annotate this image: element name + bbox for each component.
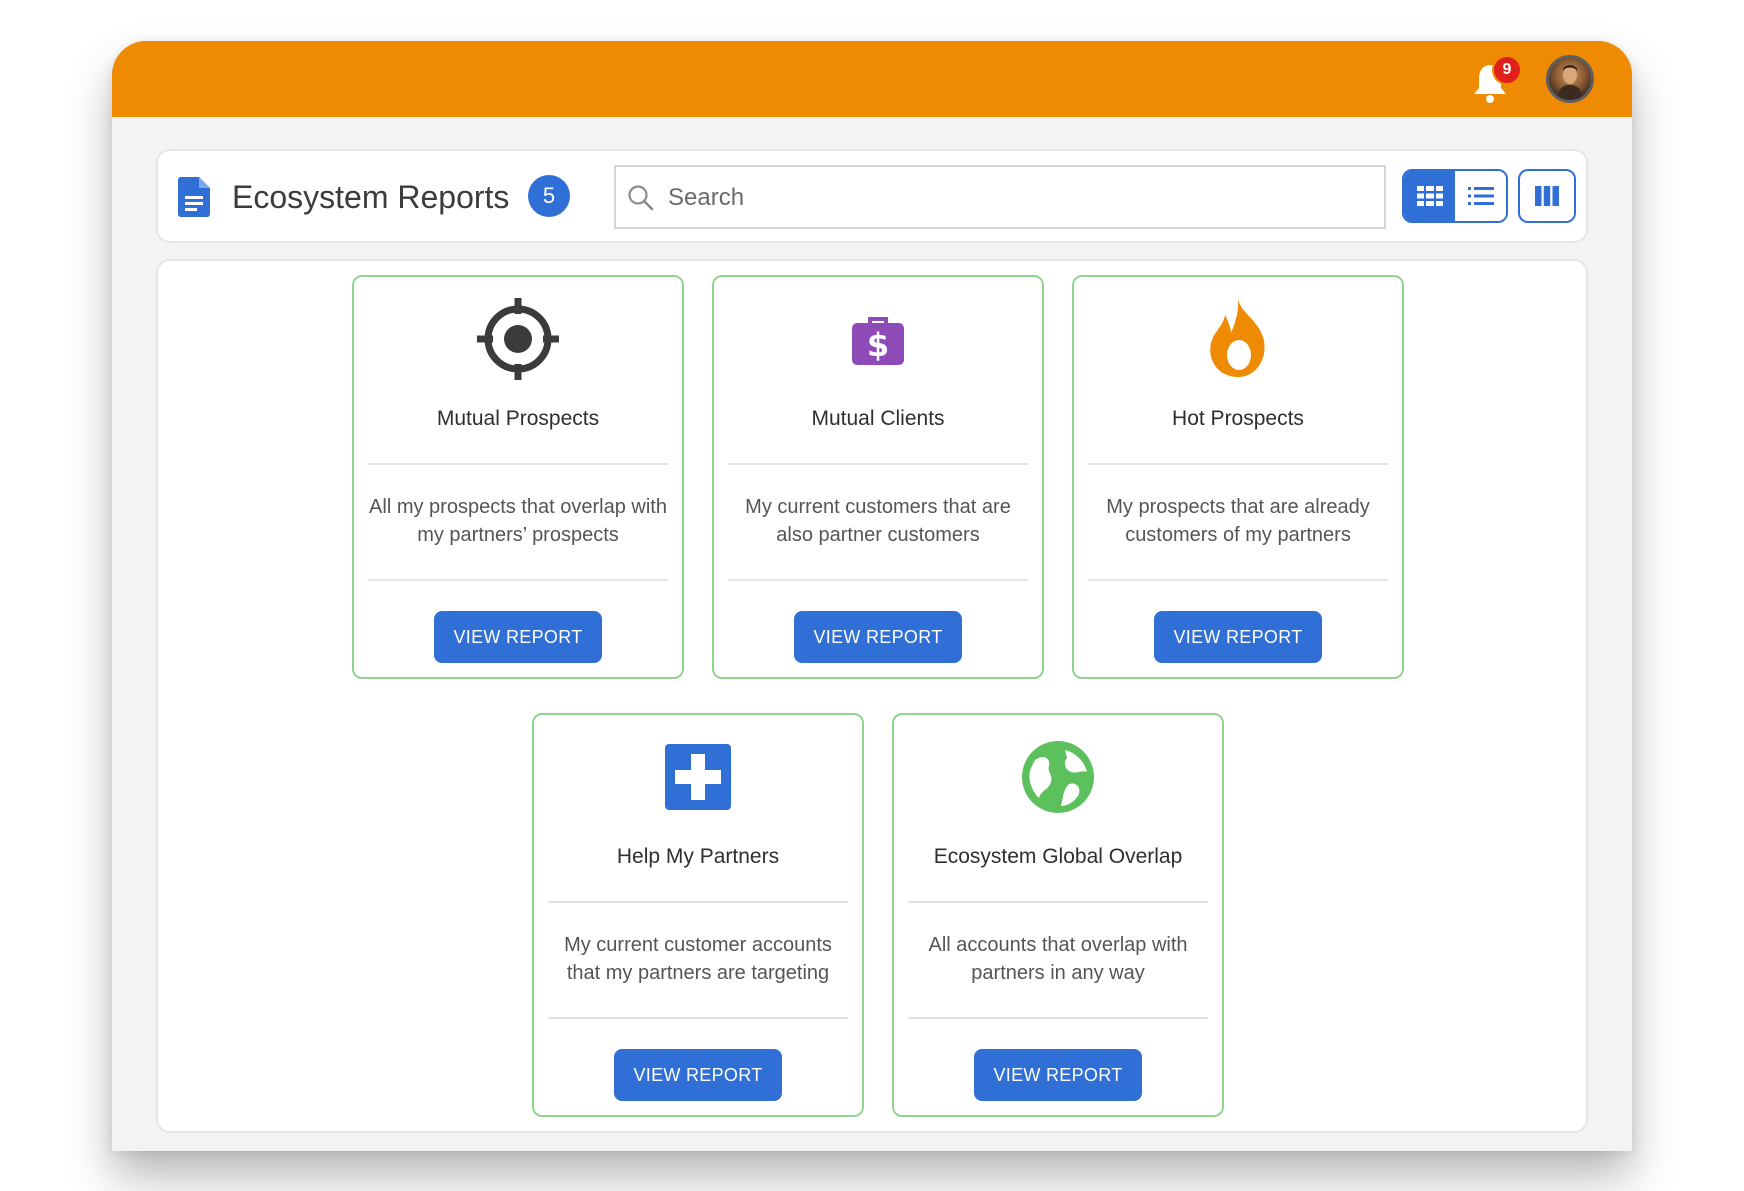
report-card-help-my-partners: Help My Partners My current customer acc…	[532, 713, 864, 1117]
page-title: Ecosystem Reports	[232, 179, 510, 215]
card-description: My current customers that are also partn…	[745, 496, 1011, 546]
crosshair-icon	[354, 291, 682, 387]
flame-icon	[1074, 291, 1402, 387]
report-count-badge: 5	[528, 175, 570, 217]
card-divider	[548, 901, 848, 903]
card-description: All accounts that overlap with partners …	[928, 934, 1188, 984]
app-window: 9 Ecosystem Reports 5 Search Mutual Pros…	[112, 41, 1632, 1151]
notification-count-badge: 9	[1492, 55, 1522, 85]
view-report-button[interactable]: VIEW REPORT	[794, 611, 962, 663]
report-card-mutual-clients: $ Mutual Clients My current customers th…	[712, 275, 1044, 679]
view-report-button[interactable]: VIEW REPORT	[1154, 611, 1322, 663]
list-view-button[interactable]	[1455, 171, 1506, 221]
column-view-button[interactable]	[1518, 169, 1576, 223]
card-divider	[728, 463, 1028, 465]
grid-view-button[interactable]	[1404, 171, 1455, 221]
view-report-button[interactable]: VIEW REPORT	[434, 611, 602, 663]
svg-text:$: $	[867, 326, 889, 364]
report-card-hot-prospects: Hot Prospects My prospects that are alre…	[1072, 275, 1404, 679]
view-report-button[interactable]: VIEW REPORT	[974, 1049, 1142, 1101]
document-icon	[178, 177, 210, 217]
report-card-mutual-prospects: Mutual Prospects All my prospects that o…	[352, 275, 684, 679]
view-report-button[interactable]: VIEW REPORT	[614, 1049, 782, 1101]
top-bar: 9	[112, 41, 1632, 117]
medical-plus-icon	[534, 729, 862, 825]
card-divider	[368, 579, 668, 581]
card-title: Help My Partners	[616, 845, 780, 868]
search-icon	[626, 183, 656, 213]
card-title: Hot Prospects	[1172, 407, 1304, 430]
card-description: All my prospects that overlap with my pa…	[369, 496, 667, 546]
search-box[interactable]	[614, 165, 1386, 229]
card-divider	[908, 901, 1208, 903]
card-divider	[728, 579, 1028, 581]
reports-header: Ecosystem Reports 5	[156, 149, 1588, 243]
report-card-ecosystem-global-overlap: Ecosystem Global Overlap All accounts th…	[892, 713, 1224, 1117]
card-title: Ecosystem Global Overlap	[933, 845, 1183, 868]
card-divider	[548, 1017, 848, 1019]
columns-icon	[1535, 186, 1559, 206]
card-description: My prospects that are already customers …	[1106, 496, 1370, 546]
search-input[interactable]	[666, 177, 1370, 219]
card-divider	[908, 1017, 1208, 1019]
card-title: Mutual Prospects	[436, 407, 600, 430]
money-bag-icon: $	[714, 291, 1042, 387]
card-divider	[1088, 579, 1388, 581]
card-divider	[1088, 463, 1388, 465]
card-title: Mutual Clients	[811, 407, 945, 430]
list-icon	[1467, 187, 1494, 205]
view-toggle-group	[1402, 169, 1508, 223]
user-avatar[interactable]	[1546, 55, 1594, 103]
grid-icon	[1416, 186, 1443, 206]
globe-icon	[894, 729, 1222, 825]
reports-grid-panel: Mutual Prospects All my prospects that o…	[156, 259, 1588, 1133]
card-description: My current customer accounts that my par…	[564, 934, 832, 984]
card-divider	[368, 463, 668, 465]
